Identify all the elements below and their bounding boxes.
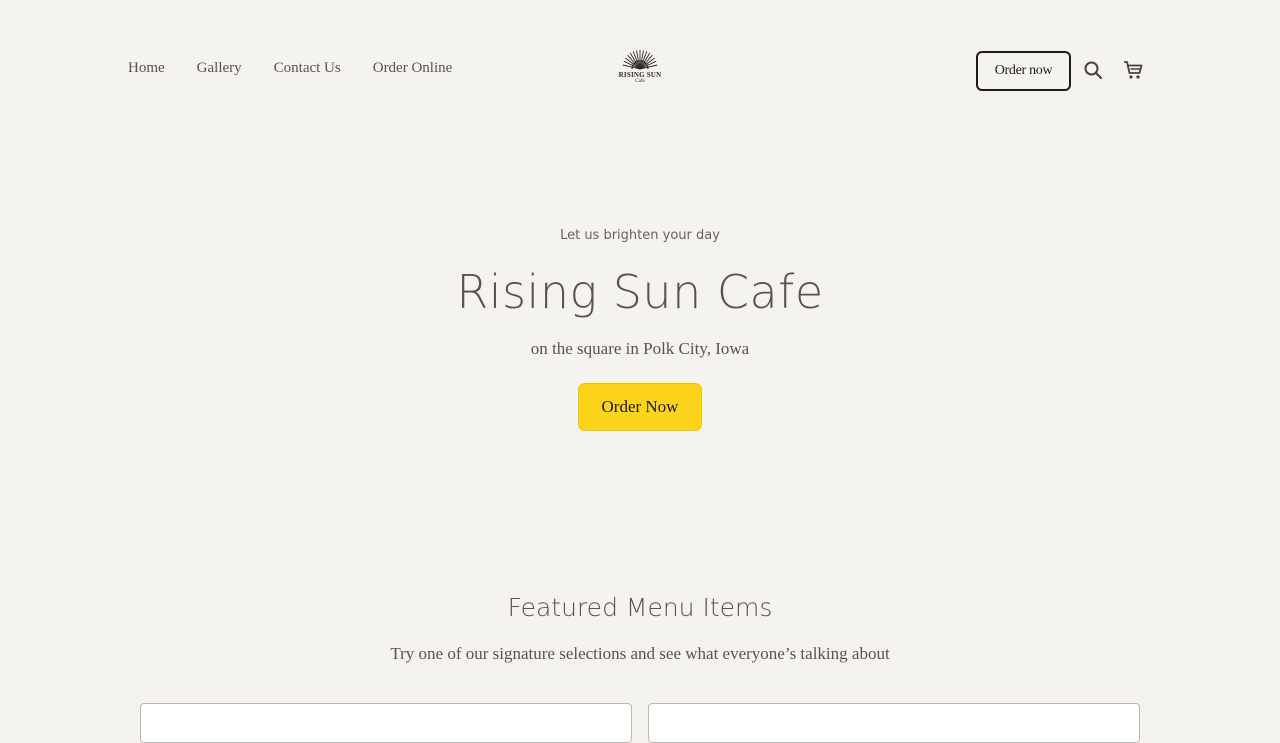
nav-item-home[interactable]: Home <box>128 60 165 77</box>
menu-item-card[interactable] <box>140 703 632 743</box>
hero-subtitle: on the square in Polk City, Iowa <box>530 339 750 358</box>
search-button[interactable] <box>1081 58 1105 82</box>
main-nav: Home Gallery Contact Us Order Online <box>128 60 452 77</box>
logo-name: RISING SUN <box>618 71 662 79</box>
logo-subname: Cafe <box>635 79 645 84</box>
featured-title: Featured Menu Items <box>507 593 773 622</box>
order-now-header-button[interactable]: Order now <box>976 51 1071 91</box>
featured-subtitle: Try one of our signature selections and … <box>390 644 890 663</box>
cart-icon <box>1124 61 1143 79</box>
search-icon <box>1084 61 1103 80</box>
order-now-hero-button[interactable]: Order Now <box>578 383 702 431</box>
featured-menu-section: Featured Menu Items Try one of our signa… <box>0 593 1280 664</box>
menu-item-card[interactable] <box>648 703 1140 743</box>
site-header: Home Gallery Contact Us Order Online RIS… <box>0 0 1280 140</box>
site-logo[interactable]: RISING SUN Cafe <box>614 48 666 90</box>
hero-tagline: Let us brighten your day <box>560 228 720 243</box>
nav-item-contact-us[interactable]: Contact Us <box>274 60 341 77</box>
sunburst-logo-icon <box>622 50 658 70</box>
hero-title: Rising Sun Cafe <box>456 265 824 319</box>
hero-section: Let us brighten your day Rising Sun Cafe… <box>0 228 1280 431</box>
nav-item-order-online[interactable]: Order Online <box>373 60 453 77</box>
cart-button[interactable] <box>1121 58 1145 82</box>
nav-item-gallery[interactable]: Gallery <box>197 60 242 77</box>
